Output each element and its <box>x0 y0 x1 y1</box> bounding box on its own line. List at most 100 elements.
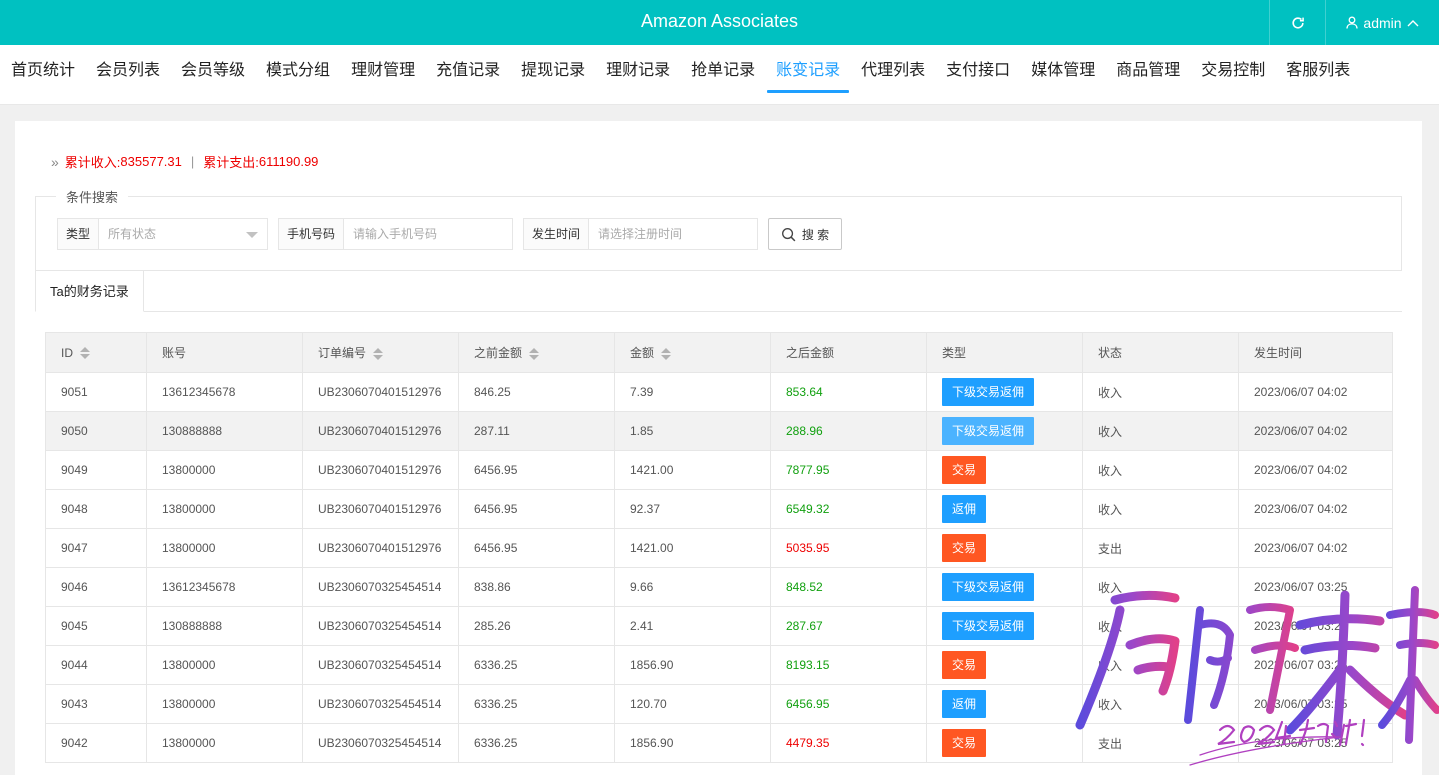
table-row[interactable]: 9044 13800000 UB2306070325454514 6336.25 185… <box>45 645 1393 685</box>
table-row[interactable]: 9042 13800000 UB2306070325454514 6336.25 185… <box>45 723 1393 763</box>
search-button[interactable]: 搜 索 <box>768 218 842 250</box>
table-row[interactable]: 9045 130888888 UB2306070325454514 285.26 2.4… <box>45 606 1393 646</box>
main-nav: 首页统计 会员列表 会员等级 模式分组 理财管理 充值记录 提现记录 理财记录 抢单记录 账变记录… <box>0 45 1439 105</box>
cell-order: UB2306070401512976 <box>318 385 442 399</box>
expense-value: 611190.99 <box>258 154 319 169</box>
table-row[interactable]: 9043 13800000 UB2306070325454514 6336.25 120… <box>45 684 1393 724</box>
col-amount[interactable]: 金额 <box>614 332 771 373</box>
cell-order: UB2306070401512976 <box>318 502 442 516</box>
nav-item[interactable]: 交易控制 <box>1192 45 1274 105</box>
cell-after: 6549.32 <box>786 502 830 516</box>
time-label: 发生时间 <box>524 219 590 249</box>
cell-before: 6456.95 <box>474 463 518 477</box>
cell-account: 13612345678 <box>162 580 236 594</box>
type-value: 所有状态 <box>108 227 157 241</box>
table-row[interactable]: 9049 13800000 UB2306070401512976 6456.95 142… <box>45 450 1393 490</box>
user-menu[interactable]: admin <box>1326 0 1439 45</box>
nav-item[interactable]: 抢单记录 <box>682 45 764 105</box>
sort-icon[interactable] <box>661 347 672 360</box>
type-badge: 交易 <box>942 651 987 679</box>
type-badge: 交易 <box>942 729 987 757</box>
col-after: 之后金额 <box>770 332 927 373</box>
nav-item[interactable]: 媒体管理 <box>1022 45 1104 105</box>
refresh-button[interactable] <box>1270 0 1325 45</box>
col-before[interactable]: 之前金额 <box>458 332 615 373</box>
cell-order: UB2306070325454514 <box>318 697 442 711</box>
nav-item[interactable]: 客服列表 <box>1277 45 1359 105</box>
type-badge: 下级交易返佣 <box>942 378 1035 406</box>
nav-item[interactable]: 提现记录 <box>512 45 594 105</box>
cell-amount: 1.85 <box>630 424 654 438</box>
content-card: » 累计收入: 835577.31 | 累计支出: 611190.99 条件搜索… <box>15 121 1422 775</box>
income-value: 835577.31 <box>120 154 182 169</box>
phone-field[interactable]: 手机号码 请输入手机号码 <box>278 218 513 250</box>
cell-before: 285.26 <box>474 619 511 633</box>
table-row[interactable]: 9050 130888888 UB2306070401512976 287.11 1.8… <box>45 411 1393 451</box>
nav-item[interactable]: 代理列表 <box>852 45 934 105</box>
cell-before: 6456.95 <box>474 502 518 516</box>
nav-item[interactable]: 支付接口 <box>937 45 1019 105</box>
search-panel: 条件搜索 类型 所有状态 手机号码 请输入手机号码 发生时间 请选择注册时间 搜… <box>35 187 1402 271</box>
phone-input[interactable]: 请输入手机号码 <box>344 219 512 249</box>
user-name: admin <box>1363 14 1402 31</box>
cell-before: 6336.25 <box>474 697 518 711</box>
col-type-label: 类型 <box>942 346 967 360</box>
cell-id: 9044 <box>61 658 88 672</box>
col-id[interactable]: ID <box>45 332 147 373</box>
col-time-label: 发生时间 <box>1254 346 1303 360</box>
nav-item[interactable]: 理财管理 <box>342 45 424 105</box>
search-button-label: 搜 索 <box>801 227 830 242</box>
tab-finance-records[interactable]: Ta的财务记录 <box>35 270 144 312</box>
cell-account: 13800000 <box>162 502 216 516</box>
nav-item[interactable]: 商品管理 <box>1107 45 1189 105</box>
cell-id: 9042 <box>61 736 88 750</box>
sort-icon[interactable] <box>80 347 90 360</box>
cell-order: UB2306070325454514 <box>318 658 442 672</box>
nav-item[interactable]: 理财记录 <box>597 45 679 105</box>
type-select-value[interactable]: 所有状态 <box>99 219 267 249</box>
nav-item[interactable]: 充值记录 <box>427 45 509 105</box>
nav-item[interactable]: 会员等级 <box>172 45 254 105</box>
cell-time: 2023/06/07 03:25 <box>1254 658 1348 672</box>
col-amount-label: 金额 <box>630 346 655 360</box>
separator: | <box>190 154 195 169</box>
cell-id: 9049 <box>61 463 88 477</box>
cell-id: 9048 <box>61 502 88 516</box>
cell-after: 848.52 <box>786 580 823 594</box>
cell-order: UB2306070401512976 <box>318 424 442 438</box>
table-row[interactable]: 9046 13612345678 UB2306070325454514 838.86 9… <box>45 567 1393 607</box>
table-row[interactable]: 9047 13800000 UB2306070401512976 6456.95 142… <box>45 528 1393 568</box>
table-row[interactable]: 9048 13800000 UB2306070401512976 6456.95 92.… <box>45 489 1393 529</box>
cell-time: 2023/06/07 04:02 <box>1254 502 1348 516</box>
nav-item[interactable]: 模式分组 <box>257 45 339 105</box>
type-badge: 交易 <box>942 534 987 562</box>
nav-item[interactable]: 会员列表 <box>87 45 169 105</box>
cell-amount: 1421.00 <box>630 541 674 555</box>
nav-item[interactable]: 账变记录 <box>767 45 850 105</box>
time-field[interactable]: 发生时间 请选择注册时间 <box>523 218 758 250</box>
cell-before: 287.11 <box>474 424 510 438</box>
cell-id: 9045 <box>61 619 88 633</box>
cell-amount: 2.41 <box>630 619 654 633</box>
sort-icon[interactable] <box>373 347 384 360</box>
type-select[interactable]: 类型 所有状态 <box>57 218 268 250</box>
type-label: 类型 <box>58 219 100 249</box>
top-header: Amazon Associates admin <box>0 0 1439 45</box>
table-row[interactable]: 9051 13612345678 UB2306070401512976 846.25 7… <box>45 372 1393 412</box>
col-order-label: 订单编号 <box>318 346 367 360</box>
cell-order: UB2306070325454514 <box>318 736 442 750</box>
cell-account: 130888888 <box>162 619 223 633</box>
cell-time: 2023/06/07 03:25 <box>1254 619 1348 633</box>
cell-account: 13800000 <box>162 541 216 555</box>
col-order[interactable]: 订单编号 <box>302 332 459 373</box>
cell-time: 2023/06/07 03:25 <box>1254 697 1348 711</box>
cell-time: 2023/06/07 04:02 <box>1254 424 1348 438</box>
time-input[interactable]: 请选择注册时间 <box>589 219 757 249</box>
cell-account: 13800000 <box>162 463 216 477</box>
cell-before: 6456.95 <box>474 541 518 555</box>
expense-label: 累计支出: <box>203 155 259 170</box>
cell-time: 2023/06/07 03:25 <box>1254 580 1348 594</box>
cell-before: 846.25 <box>474 385 511 399</box>
sort-icon[interactable] <box>529 347 540 360</box>
nav-item[interactable]: 首页统计 <box>2 45 84 105</box>
